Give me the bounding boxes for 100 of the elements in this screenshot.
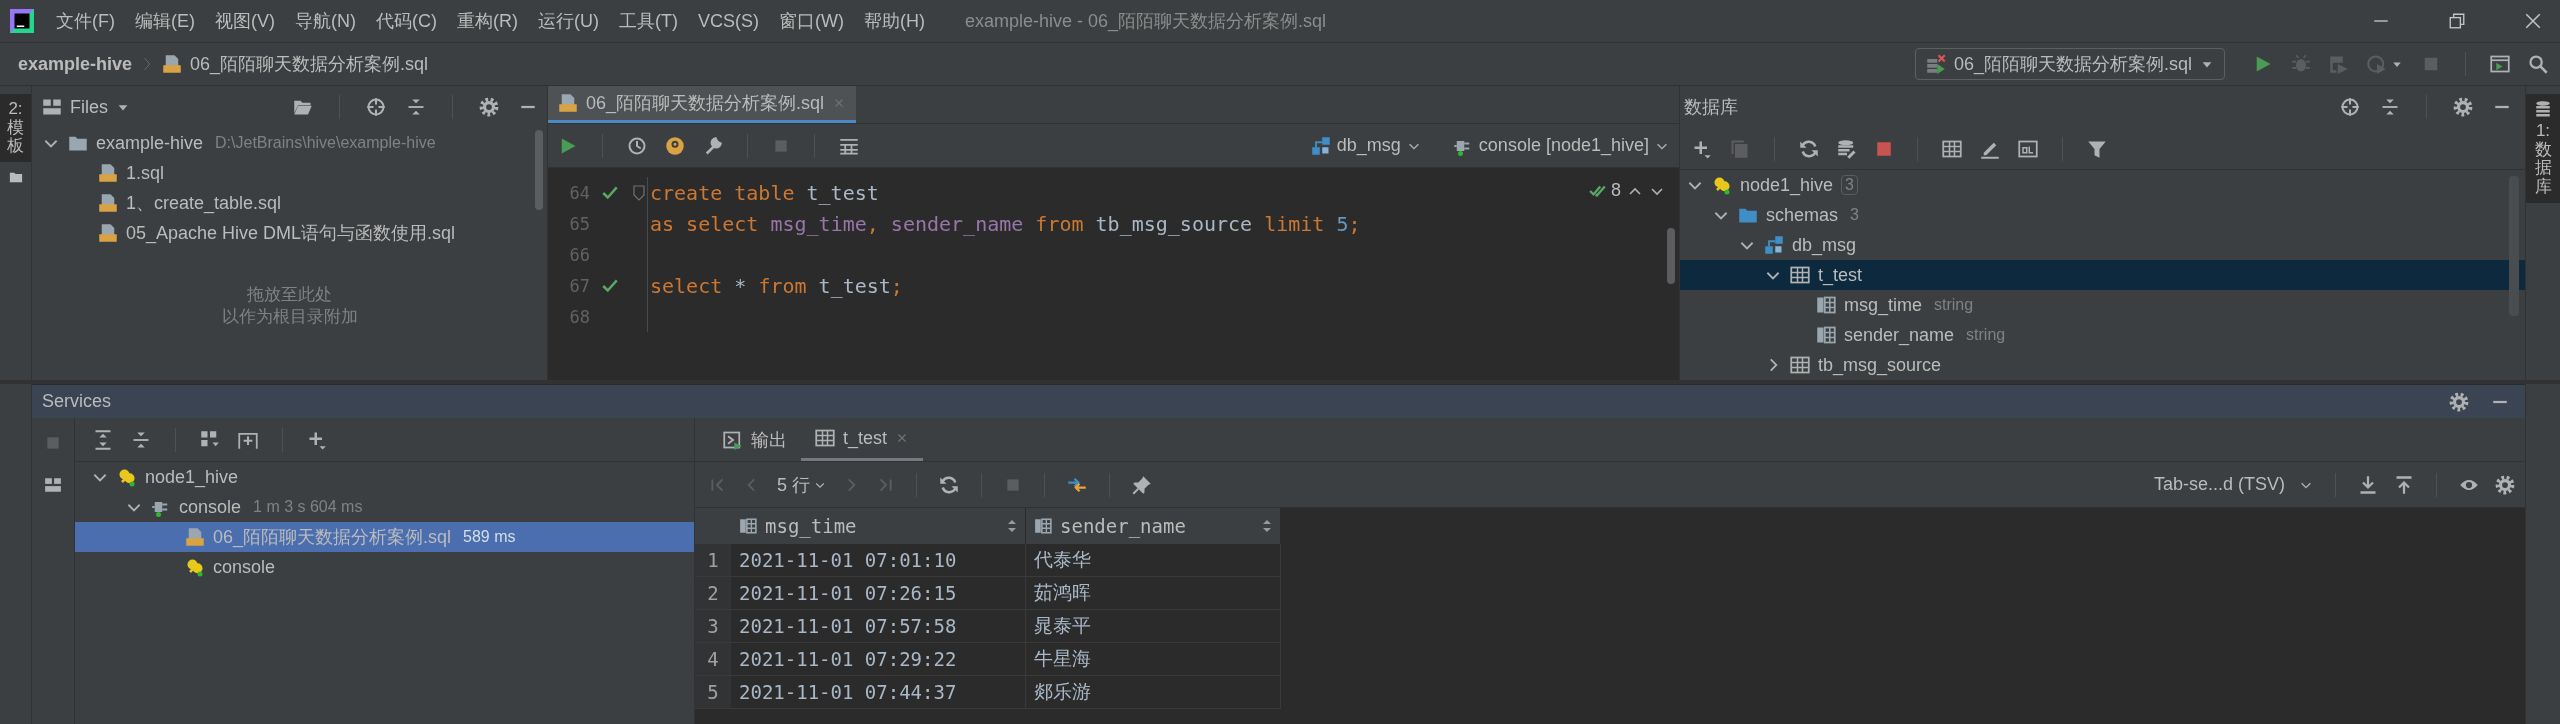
tree-item-label[interactable]: msg_time bbox=[1844, 294, 1923, 316]
menu-item[interactable]: 帮助(H) bbox=[853, 5, 935, 37]
locate-icon[interactable] bbox=[2340, 97, 2360, 117]
fold-marker-icon[interactable] bbox=[632, 184, 645, 201]
tree-row[interactable]: 05_Apache Hive DML语句与函数使用.sql bbox=[32, 218, 547, 248]
sort-icon[interactable] bbox=[1007, 519, 1017, 533]
table-cell: 2021-11-01 07:29:22 bbox=[731, 643, 1026, 676]
download-icon[interactable] bbox=[2358, 474, 2378, 495]
scrollbar[interactable] bbox=[1667, 228, 1675, 284]
tree-row[interactable]: example-hive D:\JetBrains\hive\example-hive bbox=[32, 128, 547, 158]
tree-item-label[interactable]: 05_Apache Hive DML语句与函数使用.sql bbox=[126, 221, 456, 245]
menu-item[interactable]: 文件(F) bbox=[46, 5, 125, 37]
wrench-icon[interactable] bbox=[703, 135, 723, 156]
database-icon[interactable] bbox=[2534, 100, 2552, 118]
tree-row[interactable]: 06_陌陌聊天数据分析案例.sql 589 ms bbox=[75, 522, 694, 552]
menu-item[interactable]: 编辑(E) bbox=[125, 5, 205, 37]
page-size-dropdown[interactable]: 5 行 bbox=[777, 472, 826, 497]
run-configuration-dropdown[interactable]: 06_陌陌聊天数据分析案例.sql bbox=[1914, 48, 2225, 80]
schema-selector[interactable]: db_msg bbox=[1310, 135, 1421, 156]
tree-row[interactable]: db_msg bbox=[1680, 230, 2525, 260]
editor-tab[interactable]: 06_陌陌聊天数据分析案例.sql bbox=[548, 86, 857, 123]
tree-row[interactable]: node1_hive bbox=[75, 462, 694, 492]
table-icon[interactable] bbox=[1942, 138, 1962, 159]
tree-item-label[interactable]: sender_name bbox=[1844, 324, 1955, 346]
refresh-icon[interactable] bbox=[939, 474, 959, 495]
tree-row[interactable]: 1.sql bbox=[32, 158, 547, 188]
tree-item-label[interactable]: 1.sql bbox=[126, 162, 165, 184]
query-console-icon[interactable] bbox=[2018, 138, 2038, 159]
terminal-icon[interactable] bbox=[2490, 54, 2510, 74]
table-cell: 2021-11-01 07:57:58 bbox=[731, 610, 1026, 643]
run-config-icon bbox=[1925, 54, 1946, 74]
layout-icon[interactable] bbox=[44, 476, 62, 494]
duration-text: 1 m 3 s 604 ms bbox=[253, 498, 363, 516]
breadcrumb-item[interactable]: example-hive bbox=[18, 53, 133, 75]
tree-row[interactable]: console 1 m 3 s 604 ms bbox=[75, 492, 694, 522]
menu-item[interactable]: VCS(S) bbox=[687, 6, 769, 36]
drop-hint-text: 以作为根目录附加 bbox=[221, 306, 358, 329]
upload-icon[interactable] bbox=[2394, 474, 2414, 495]
table-icon bbox=[1790, 355, 1810, 375]
tree-item-label[interactable]: tb_msg_source bbox=[1818, 354, 1942, 376]
menu-item[interactable]: 导航(N) bbox=[285, 5, 366, 37]
column-header[interactable]: msg_time bbox=[731, 508, 1026, 544]
tree-row[interactable]: sender_name string bbox=[1680, 320, 2525, 350]
tree-item-label[interactable]: node1_hive bbox=[1740, 174, 1834, 196]
settings-icon[interactable] bbox=[479, 97, 499, 117]
history-icon[interactable] bbox=[627, 135, 647, 156]
refresh-icon[interactable] bbox=[1799, 138, 1819, 159]
scrollbar[interactable] bbox=[2509, 176, 2519, 316]
database-tools-icon[interactable] bbox=[1837, 138, 1857, 159]
tree-row[interactable]: tb_msg_source bbox=[1680, 350, 2525, 380]
column-icon bbox=[1816, 325, 1836, 345]
expand-all-icon[interactable] bbox=[93, 429, 113, 450]
tree-row[interactable]: schemas 3 bbox=[1680, 200, 2525, 230]
menu-item[interactable]: 窗口(W) bbox=[769, 5, 854, 37]
folder-icon[interactable] bbox=[8, 170, 23, 185]
column-header[interactable]: sender_name bbox=[1026, 508, 1281, 544]
collapse-icon[interactable] bbox=[406, 97, 426, 117]
line-number: 66 bbox=[568, 244, 590, 265]
tree-row[interactable]: node1_hive 3 bbox=[1680, 170, 2525, 200]
stop-icon[interactable] bbox=[1875, 139, 1893, 158]
export-format-dropdown[interactable]: Tab-se...d (TSV) bbox=[2153, 474, 2313, 495]
settings-icon[interactable] bbox=[2453, 97, 2473, 117]
restore-icon[interactable] bbox=[2448, 12, 2466, 30]
settings-icon[interactable] bbox=[2449, 391, 2469, 412]
menu-item[interactable]: 代码(C) bbox=[366, 5, 447, 37]
search-icon[interactable] bbox=[2528, 54, 2548, 74]
tree-item-label[interactable]: console bbox=[213, 556, 276, 578]
sql-file-icon bbox=[162, 54, 183, 74]
panel-title[interactable]: Files bbox=[70, 96, 108, 118]
transaction-mode-icon[interactable] bbox=[665, 135, 685, 156]
menu-item[interactable]: 视图(V) bbox=[205, 5, 285, 37]
sort-icon[interactable] bbox=[1262, 519, 1272, 533]
scrollbar[interactable] bbox=[535, 130, 543, 210]
tree-item-label[interactable]: example-hive bbox=[96, 132, 204, 154]
sql-file-icon bbox=[98, 193, 118, 213]
tree-item-label[interactable]: console bbox=[179, 496, 242, 518]
tree-row[interactable]: console bbox=[75, 552, 694, 582]
tool-window-tab[interactable]: 2: 模板 bbox=[7, 100, 24, 157]
tree-item-label[interactable]: node1_hive bbox=[145, 466, 239, 488]
pin-icon[interactable] bbox=[1132, 474, 1152, 495]
collapse-icon[interactable] bbox=[2380, 97, 2400, 117]
settings-icon[interactable] bbox=[2495, 474, 2515, 495]
result-tab[interactable]: 输出 bbox=[709, 418, 801, 461]
inspection-widget[interactable]: 8 bbox=[1589, 180, 1621, 201]
tree-row[interactable]: 1、create_table.sql bbox=[32, 188, 547, 218]
close-icon[interactable] bbox=[2524, 12, 2542, 30]
tool-window-tab[interactable]: 1: 数据库 bbox=[2534, 122, 2552, 197]
tree-item-label[interactable]: 1、create_table.sql bbox=[126, 191, 282, 215]
locate-icon[interactable] bbox=[366, 97, 386, 117]
tree-item-label[interactable]: t_test bbox=[1818, 264, 1863, 286]
menu-item[interactable]: 运行(U) bbox=[528, 5, 609, 37]
tree-item-label[interactable]: db_msg bbox=[1792, 234, 1857, 256]
breadcrumb-item[interactable]: 06_陌陌聊天数据分析案例.sql bbox=[190, 52, 429, 76]
tree-row[interactable]: msg_time string bbox=[1680, 290, 2525, 320]
session-selector[interactable]: console [node1_hive] bbox=[1452, 135, 1669, 156]
menu-item[interactable]: 工具(T) bbox=[609, 5, 688, 37]
tree-row[interactable]: t_test bbox=[1680, 260, 2525, 290]
row-number: 5 bbox=[695, 676, 731, 709]
menu-item[interactable]: 重构(R) bbox=[447, 5, 528, 37]
tree-item-label[interactable]: schemas bbox=[1766, 204, 1839, 226]
